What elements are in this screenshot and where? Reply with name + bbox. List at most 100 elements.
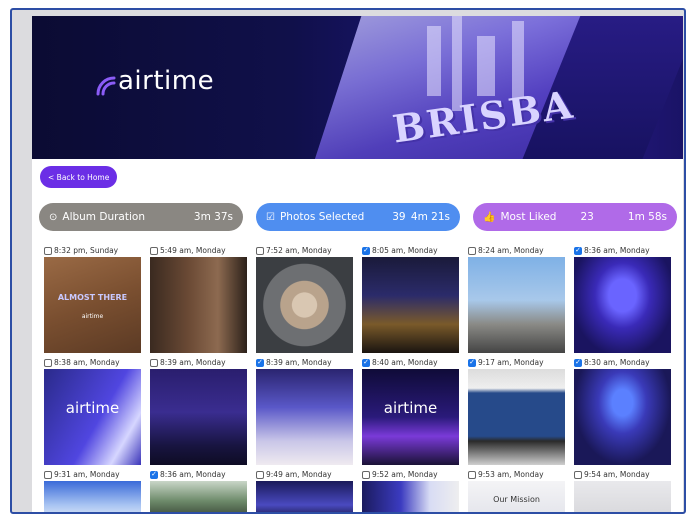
photo-thumbnail[interactable]: airtime xyxy=(362,369,459,465)
photo-caption: 8:39 am, Monday xyxy=(150,357,248,368)
photo-overlay-text: airtime xyxy=(65,399,120,417)
photo-card[interactable]: 8:40 am, Monday airtime xyxy=(362,357,460,465)
photo-thumbnail[interactable] xyxy=(468,257,565,353)
photo-card[interactable]: 8:36 am, Monday xyxy=(574,245,672,353)
photo-caption: 8:40 am, Monday xyxy=(362,357,460,368)
photo-timestamp: 8:38 am, Monday xyxy=(54,358,120,367)
photo-select-checkbox[interactable] xyxy=(150,358,158,367)
photo-overlay-text: ALMOST THERE xyxy=(57,293,128,302)
photo-caption: 8:05 am, Monday xyxy=(362,245,460,256)
building-shape xyxy=(427,26,441,96)
photo-overlay-text: airtime xyxy=(383,399,438,417)
photo-select-checkbox[interactable] xyxy=(256,246,264,255)
photo-select-checkbox[interactable] xyxy=(574,358,582,367)
photo-thumbnail[interactable] xyxy=(256,481,353,512)
most-liked-count: 23 xyxy=(580,211,594,223)
photo-timestamp: 8:36 am, Monday xyxy=(160,470,226,479)
photo-caption: 9:49 am, Monday xyxy=(256,469,354,480)
photo-timestamp: 8:24 am, Monday xyxy=(478,246,544,255)
photo-select-checkbox[interactable] xyxy=(256,470,264,479)
photo-timestamp: 8:05 am, Monday xyxy=(372,246,438,255)
photo-card[interactable]: 9:49 am, Monday xyxy=(256,469,354,512)
photo-thumbnail[interactable] xyxy=(362,481,459,512)
photo-card[interactable]: 8:36 am, Monday xyxy=(150,469,248,512)
photo-thumbnail[interactable] xyxy=(574,369,671,465)
photo-card[interactable]: 9:53 am, Monday Our Mission xyxy=(468,469,566,512)
clock-icon: ⊙ xyxy=(49,211,58,223)
photo-select-checkbox[interactable] xyxy=(362,358,370,367)
photo-timestamp: 8:32 pm, Sunday xyxy=(54,246,119,255)
photo-thumbnail[interactable]: airtime xyxy=(44,369,141,465)
photo-caption: 8:24 am, Monday xyxy=(468,245,566,256)
photo-select-checkbox[interactable] xyxy=(574,246,582,255)
photo-thumbnail[interactable] xyxy=(574,481,671,512)
photo-caption: 8:38 am, Monday xyxy=(44,357,142,368)
photo-thumbnail[interactable] xyxy=(150,481,247,512)
photo-select-checkbox[interactable] xyxy=(150,470,158,479)
photo-card[interactable]: 8:39 am, Monday xyxy=(150,357,248,465)
photo-select-checkbox[interactable] xyxy=(468,470,476,479)
photo-caption: 8:30 am, Monday xyxy=(574,357,672,368)
photo-select-checkbox[interactable] xyxy=(362,470,370,479)
airtime-logo: airtime xyxy=(94,66,214,96)
photo-thumbnail[interactable] xyxy=(362,257,459,353)
back-to-home-button[interactable]: < Back to Home xyxy=(40,166,118,188)
photo-card[interactable]: 9:52 am, Monday xyxy=(362,469,460,512)
photo-timestamp: 9:52 am, Monday xyxy=(372,470,438,479)
photo-select-checkbox[interactable] xyxy=(44,470,52,479)
photo-thumbnail[interactable] xyxy=(150,257,247,353)
photo-select-checkbox[interactable] xyxy=(150,246,158,255)
most-liked-bar: 👍 Most Liked 23 1m 58s xyxy=(473,203,677,231)
photo-card[interactable]: 8:05 am, Monday xyxy=(362,245,460,353)
photo-card[interactable]: 5:49 am, Monday xyxy=(150,245,248,353)
photo-caption: 7:52 am, Monday xyxy=(256,245,354,256)
album-duration-label: Album Duration xyxy=(62,211,145,223)
photo-thumbnail[interactable] xyxy=(150,369,247,465)
photo-card[interactable]: 9:54 am, Monday xyxy=(574,469,672,512)
photo-timestamp: 8:39 am, Monday xyxy=(160,358,226,367)
photo-caption: 5:49 am, Monday xyxy=(150,245,248,256)
photo-caption: 8:36 am, Monday xyxy=(150,469,248,480)
photo-caption: 8:39 am, Monday xyxy=(256,357,354,368)
photo-select-checkbox[interactable] xyxy=(256,358,264,367)
photo-thumbnail[interactable] xyxy=(468,369,565,465)
photo-timestamp: 9:49 am, Monday xyxy=(266,470,332,479)
photo-caption: 9:17 am, Monday xyxy=(468,357,566,368)
photo-card[interactable]: 8:30 am, Monday xyxy=(574,357,672,465)
building-shape xyxy=(477,36,495,96)
photo-timestamp: 5:49 am, Monday xyxy=(160,246,226,255)
photo-card[interactable]: 9:31 am, Monday xyxy=(44,469,142,512)
photo-timestamp: 8:36 am, Monday xyxy=(584,246,650,255)
photo-thumbnail[interactable] xyxy=(256,369,353,465)
browser-frame: BRISBA airtime < Back to Home ⊙ Album Du… xyxy=(10,8,686,514)
photo-thumbnail[interactable] xyxy=(574,257,671,353)
album-duration-value: 3m 37s xyxy=(193,211,233,223)
photo-timestamp: 8:30 am, Monday xyxy=(584,358,650,367)
photo-card[interactable]: 7:52 am, Monday xyxy=(256,245,354,353)
photo-thumbnail[interactable] xyxy=(256,257,353,353)
photo-card[interactable]: 8:38 am, Monday airtime xyxy=(44,357,142,465)
photo-timestamp: 9:31 am, Monday xyxy=(54,470,120,479)
photo-select-checkbox[interactable] xyxy=(468,358,476,367)
photo-select-checkbox[interactable] xyxy=(44,358,52,367)
photo-thumbnail[interactable]: ALMOST THERE airtime xyxy=(44,257,141,353)
photo-timestamp: 7:52 am, Monday xyxy=(266,246,332,255)
photo-card[interactable]: 8:24 am, Monday xyxy=(468,245,566,353)
photo-timestamp: 9:53 am, Monday xyxy=(478,470,544,479)
album-duration-bar: ⊙ Album Duration 3m 37s xyxy=(39,203,243,231)
photos-selected-time: 4m 21s xyxy=(410,211,450,223)
photo-select-checkbox[interactable] xyxy=(362,246,370,255)
photo-thumbnail[interactable]: Our Mission xyxy=(468,481,565,512)
photo-select-checkbox[interactable] xyxy=(574,470,582,479)
photo-thumbnail[interactable] xyxy=(44,481,141,512)
thumbs-up-icon: 👍 xyxy=(483,211,496,223)
photo-card[interactable]: 8:32 pm, Sunday ALMOST THERE airtime xyxy=(44,245,142,353)
photo-select-checkbox[interactable] xyxy=(468,246,476,255)
photo-card[interactable]: 8:39 am, Monday xyxy=(256,357,354,465)
photo-overlay-text: Our Mission xyxy=(493,495,540,504)
photo-caption: 9:31 am, Monday xyxy=(44,469,142,480)
checkbox-icon: ☑ xyxy=(266,211,275,223)
photo-select-checkbox[interactable] xyxy=(44,246,52,255)
photos-selected-bar: ☑ Photos Selected 39 4m 21s xyxy=(256,203,460,231)
photo-card[interactable]: 9:17 am, Monday xyxy=(468,357,566,465)
